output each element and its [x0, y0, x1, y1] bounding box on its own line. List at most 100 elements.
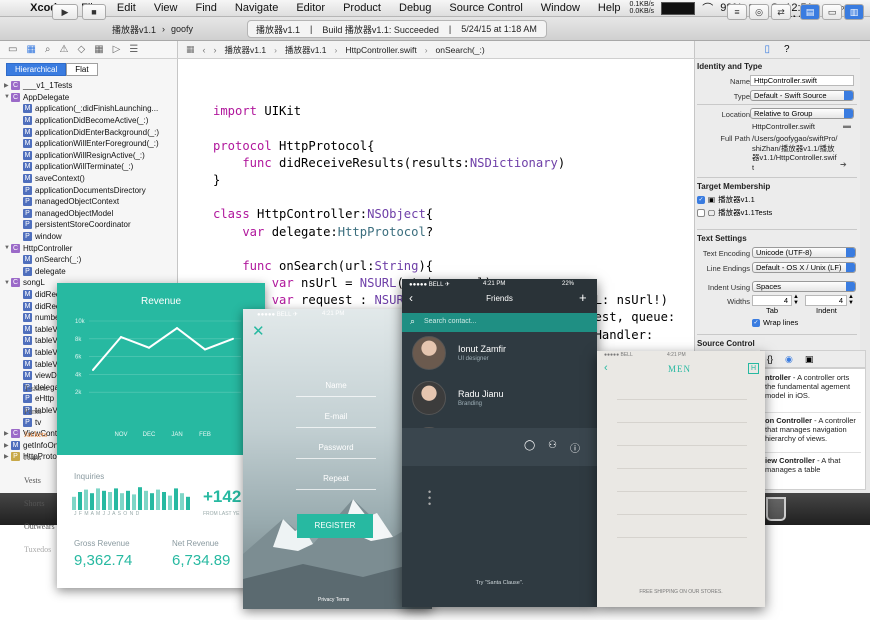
tree-row[interactable]: Pdelegate: [0, 266, 178, 278]
issue-navigator-icon[interactable]: ⚠: [60, 44, 69, 55]
grid-icon[interactable]: ▦: [186, 44, 195, 55]
disclosure-open-icon[interactable]: ▼: [4, 94, 11, 100]
endings-popup[interactable]: Default - OS X / Unix (LF): [752, 262, 856, 273]
report-navigator-icon[interactable]: ☰: [129, 44, 138, 55]
register-button[interactable]: REGISTER: [297, 514, 373, 538]
jumpbar-item[interactable]: onSearch(_:): [436, 45, 485, 55]
target-row[interactable]: ✓ ▣ 播放器v1.1: [697, 194, 755, 205]
folder-icon[interactable]: ▭: [8, 44, 17, 55]
toggle-navigator-button[interactable]: ▤: [800, 4, 820, 20]
toggle-debug-button[interactable]: ▭: [822, 4, 842, 20]
info-icon[interactable]: ⓘ: [570, 440, 580, 455]
login-footer[interactable]: Privacy Terms: [318, 597, 349, 603]
menu-item-window[interactable]: Window: [532, 2, 589, 14]
add-icon[interactable]: +: [579, 290, 587, 305]
wifi-icon[interactable]: ⌒: [702, 0, 713, 16]
close-icon[interactable]: ✕: [252, 322, 265, 340]
disclosure-closed-icon[interactable]: ▶: [4, 453, 11, 460]
menu-item-source-control[interactable]: Source Control: [440, 2, 531, 14]
tree-row[interactable]: ▶ C ___v1_1Tests: [0, 80, 178, 92]
toggle-utilities-button[interactable]: ▥: [844, 4, 864, 20]
name-field[interactable]: HttpController.swift: [750, 75, 854, 86]
tree-row[interactable]: ▼ C HttpController: [0, 242, 178, 254]
tree-row[interactable]: Mapplication(_:didFinishLaunching...: [0, 103, 178, 115]
tab-stepper[interactable]: ▲ ▼: [793, 294, 799, 306]
disclosure-open-icon[interactable]: ▼: [4, 280, 11, 286]
password-input[interactable]: Password: [296, 443, 376, 459]
search-navigator-icon[interactable]: ⌕: [45, 44, 51, 55]
disclosure-closed-icon[interactable]: ▶: [4, 430, 11, 437]
back-chevron-icon[interactable]: ‹: [604, 362, 608, 374]
forward-icon[interactable]: ›: [214, 45, 217, 55]
media-library-icon[interactable]: ▣: [805, 354, 814, 365]
type-popup[interactable]: Default - Swift Source: [750, 90, 854, 101]
file-inspector-icon[interactable]: ▯: [764, 44, 770, 55]
name-input[interactable]: Name: [296, 381, 376, 397]
avatar[interactable]: [412, 336, 446, 370]
folder-icon[interactable]: ▬: [843, 121, 851, 130]
tab-flat[interactable]: Flat: [66, 63, 98, 76]
disclosure-closed-icon[interactable]: ▶: [4, 82, 11, 89]
add-friend-icon[interactable]: ⚇: [548, 440, 557, 451]
menu-item-edit[interactable]: Edit: [108, 2, 145, 14]
reveal-arrow-icon[interactable]: ➔: [840, 160, 847, 169]
tree-row[interactable]: PpersistentStoreCoordinator: [0, 219, 178, 231]
trash-icon[interactable]: [766, 497, 786, 521]
tab-hierarchical[interactable]: Hierarchical: [6, 63, 67, 76]
category-item[interactable]: Tuxedos: [24, 545, 51, 554]
friend-name[interactable]: Radu Jianu: [458, 389, 504, 399]
tree-row[interactable]: ▼ C AppDelegate: [0, 92, 178, 104]
menu-item-view[interactable]: View: [145, 2, 187, 14]
indent-width-field[interactable]: 4: [805, 295, 847, 306]
category-item[interactable]: Vests: [24, 476, 41, 485]
checkbox-icon[interactable]: [697, 208, 705, 217]
tree-row[interactable]: MapplicationDidEnterBackground(_:): [0, 126, 178, 138]
tree-row[interactable]: MapplicationWillEnterForeground(_:): [0, 138, 178, 150]
menu-item-editor[interactable]: Editor: [287, 2, 334, 14]
checkbox-checked-icon[interactable]: ✓: [752, 318, 760, 327]
library-item[interactable]: ntroller - A controller orts the fundame…: [765, 373, 861, 413]
tree-row[interactable]: MsaveContext(): [0, 173, 178, 185]
tree-row[interactable]: MapplicationWillResignActive(_:): [0, 150, 178, 162]
menu-item-help[interactable]: Help: [589, 2, 630, 14]
tree-row[interactable]: MapplicationDidBecomeActive(_:): [0, 115, 178, 127]
run-button[interactable]: ▶: [52, 4, 78, 20]
object-library-icon[interactable]: ◉: [785, 354, 793, 365]
tree-row[interactable]: MonSearch(_:): [0, 254, 178, 266]
menu-item-find[interactable]: Find: [187, 2, 226, 14]
assistant-editor-button[interactable]: ◎: [749, 4, 769, 20]
checkbox-checked-icon[interactable]: ✓: [697, 195, 705, 204]
more-dots-icon[interactable]: • • •: [428, 488, 431, 509]
test-navigator-icon[interactable]: ◇: [77, 44, 85, 55]
back-icon[interactable]: ‹: [203, 45, 206, 55]
jumpbar-item[interactable]: 播放器v1.1: [285, 44, 327, 56]
tree-row[interactable]: PmanagedObjectContext: [0, 196, 178, 208]
menu-h-icon[interactable]: H: [748, 363, 759, 374]
indent-stepper[interactable]: ▲ ▼: [848, 294, 854, 306]
repeat-password-input[interactable]: Repeat: [296, 474, 376, 490]
tree-row[interactable]: MapplicationWillTerminate(_:): [0, 161, 178, 173]
version-editor-button[interactable]: ⇄: [771, 4, 791, 20]
friend-name[interactable]: Ionut Zamfir: [458, 344, 506, 354]
tree-row[interactable]: Pwindow: [0, 231, 178, 243]
jumpbar-item[interactable]: HttpController.swift: [345, 45, 416, 55]
jumpbar-item[interactable]: 播放器v1.1: [225, 44, 267, 56]
debug-navigator-icon[interactable]: ▦: [94, 44, 103, 55]
avatar[interactable]: [412, 381, 446, 415]
menu-item-debug[interactable]: Debug: [390, 2, 440, 14]
quick-help-icon[interactable]: ?: [784, 44, 790, 55]
standard-editor-button[interactable]: ≡: [727, 4, 747, 20]
breakpoint-navigator-icon[interactable]: ▷: [113, 44, 121, 55]
category-item[interactable]: Jeans: [24, 453, 41, 462]
email-input[interactable]: E-mail: [296, 412, 376, 428]
chat-icon[interactable]: ◯: [524, 440, 535, 451]
category-item[interactable]: T-shirts: [24, 384, 48, 393]
category-item[interactable]: Shorts: [24, 499, 44, 508]
tree-row[interactable]: PapplicationDocumentsDirectory: [0, 184, 178, 196]
code-snippet-icon[interactable]: {}: [767, 354, 773, 364]
category-item[interactable]: Pants: [24, 407, 41, 416]
disclosure-open-icon[interactable]: ▼: [4, 245, 11, 251]
category-item[interactable]: Outwears: [24, 522, 55, 531]
library-item[interactable]: on Controller - A controller that manage…: [765, 413, 861, 453]
search-input[interactable]: Search contact...: [424, 318, 477, 325]
